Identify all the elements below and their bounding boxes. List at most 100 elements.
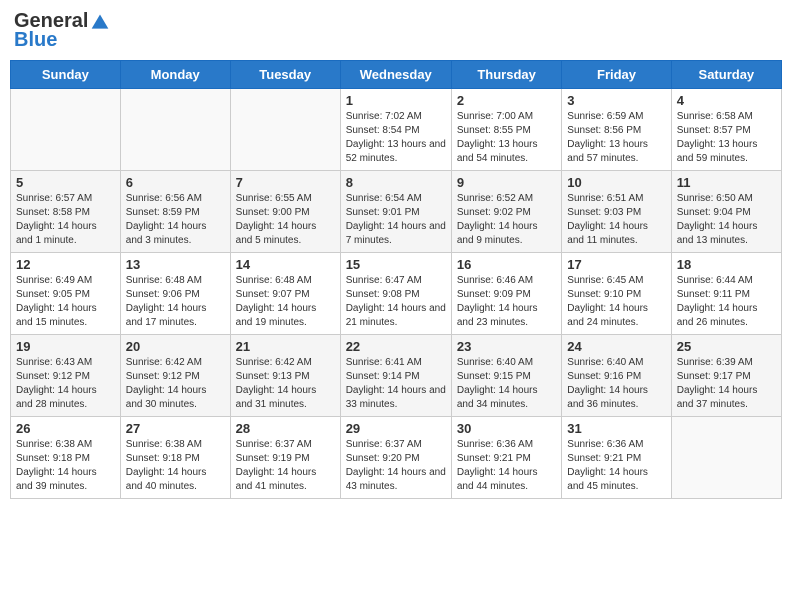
day-info: Sunrise: 6:40 AM Sunset: 9:16 PM Dayligh… bbox=[567, 356, 665, 412]
day-info: Sunrise: 7:00 AM Sunset: 8:55 PM Dayligh… bbox=[457, 110, 556, 166]
day-number: 18 bbox=[677, 257, 776, 272]
calendar-cell: 4Sunrise: 6:58 AM Sunset: 8:57 PM Daylig… bbox=[671, 89, 781, 171]
calendar-table: SundayMondayTuesdayWednesdayThursdayFrid… bbox=[10, 60, 782, 499]
day-info: Sunrise: 6:36 AM Sunset: 9:21 PM Dayligh… bbox=[567, 438, 665, 494]
day-info: Sunrise: 6:46 AM Sunset: 9:09 PM Dayligh… bbox=[457, 274, 556, 330]
calendar-cell: 9 Sunrise: 6:52 AM Sunset: 9:02 PM Daylig… bbox=[451, 171, 561, 253]
day-info: Sunrise: 6:37 AM Sunset: 9:19 PM Dayligh… bbox=[236, 438, 335, 494]
day-number: 28 bbox=[236, 421, 335, 436]
day-number: 13 bbox=[126, 257, 225, 272]
day-info: Sunrise: 6:40 AM Sunset: 9:15 PM Dayligh… bbox=[457, 356, 556, 412]
calendar-cell: 1 Sunrise: 7:02 AM Sunset: 8:54 PM Daylig… bbox=[340, 89, 451, 171]
day-info: Sunrise: 6:36 AM Sunset: 9:21 PM Dayligh… bbox=[457, 438, 556, 494]
day-info: Sunrise: 6:50 AM Sunset: 9:04 PM Dayligh… bbox=[677, 192, 776, 248]
calendar-cell: 30 Sunrise: 6:36 AM Sunset: 9:21 PM Dayli… bbox=[451, 417, 561, 499]
day-info: Sunrise: 6:59 AM Sunset: 8:56 PM Dayligh… bbox=[567, 110, 665, 166]
calendar-cell: 31 Sunrise: 6:36 AM Sunset: 9:21 PM Dayli… bbox=[562, 417, 671, 499]
day-number: 16 bbox=[457, 257, 556, 272]
day-info: Sunrise: 6:45 AM Sunset: 9:10 PM Dayligh… bbox=[567, 274, 665, 330]
calendar-week-row: 12 Sunrise: 6:49 AM Sunset: 9:05 PM Dayli… bbox=[11, 253, 782, 335]
day-info: Sunrise: 6:52 AM Sunset: 9:02 PM Dayligh… bbox=[457, 192, 556, 248]
logo-blue: Blue bbox=[14, 29, 57, 52]
day-info: Sunrise: 6:55 AM Sunset: 9:00 PM Dayligh… bbox=[236, 192, 335, 248]
calendar-cell: 22Sunrise: 6:41 AM Sunset: 9:14 PM Dayli… bbox=[340, 335, 451, 417]
weekday-header-tuesday: Tuesday bbox=[230, 61, 340, 89]
day-number: 11 bbox=[677, 175, 776, 190]
logo: General Blue bbox=[14, 10, 110, 52]
day-number: 5 bbox=[16, 175, 115, 190]
day-number: 12 bbox=[16, 257, 115, 272]
day-info: Sunrise: 6:41 AM Sunset: 9:14 PM Dayligh… bbox=[346, 356, 446, 412]
day-number: 7 bbox=[236, 175, 335, 190]
day-number: 2 bbox=[457, 93, 556, 108]
weekday-header-saturday: Saturday bbox=[671, 61, 781, 89]
weekday-header-wednesday: Wednesday bbox=[340, 61, 451, 89]
day-info: Sunrise: 6:48 AM Sunset: 9:07 PM Dayligh… bbox=[236, 274, 335, 330]
calendar-cell bbox=[230, 89, 340, 171]
calendar-cell: 17Sunrise: 6:45 AM Sunset: 9:10 PM Dayli… bbox=[562, 253, 671, 335]
day-info: Sunrise: 6:43 AM Sunset: 9:12 PM Dayligh… bbox=[16, 356, 115, 412]
day-number: 27 bbox=[126, 421, 225, 436]
day-number: 30 bbox=[457, 421, 556, 436]
day-number: 10 bbox=[567, 175, 665, 190]
day-number: 24 bbox=[567, 339, 665, 354]
calendar-cell: 25Sunrise: 6:39 AM Sunset: 9:17 PM Dayli… bbox=[671, 335, 781, 417]
calendar-cell: 10 Sunrise: 6:51 AM Sunset: 9:03 PM Dayli… bbox=[562, 171, 671, 253]
weekday-header-row: SundayMondayTuesdayWednesdayThursdayFrid… bbox=[11, 61, 782, 89]
day-number: 23 bbox=[457, 339, 556, 354]
weekday-header-monday: Monday bbox=[120, 61, 230, 89]
calendar-cell: 2 Sunrise: 7:00 AM Sunset: 8:55 PM Daylig… bbox=[451, 89, 561, 171]
day-info: Sunrise: 6:58 AM Sunset: 8:57 PM Dayligh… bbox=[677, 110, 776, 166]
calendar-cell: 3 Sunrise: 6:59 AM Sunset: 8:56 PM Daylig… bbox=[562, 89, 671, 171]
calendar-cell: 23 Sunrise: 6:40 AM Sunset: 9:15 PM Dayli… bbox=[451, 335, 561, 417]
day-info: Sunrise: 6:42 AM Sunset: 9:12 PM Dayligh… bbox=[126, 356, 225, 412]
calendar-cell: 20 Sunrise: 6:42 AM Sunset: 9:12 PM Dayli… bbox=[120, 335, 230, 417]
calendar-week-row: 19 Sunrise: 6:43 AM Sunset: 9:12 PM Dayli… bbox=[11, 335, 782, 417]
calendar-cell: 8 Sunrise: 6:54 AM Sunset: 9:01 PM Daylig… bbox=[340, 171, 451, 253]
day-info: Sunrise: 6:47 AM Sunset: 9:08 PM Dayligh… bbox=[346, 274, 446, 330]
day-number: 15 bbox=[346, 257, 446, 272]
calendar-cell: 11 Sunrise: 6:50 AM Sunset: 9:04 PM Dayli… bbox=[671, 171, 781, 253]
day-number: 29 bbox=[346, 421, 446, 436]
day-info: Sunrise: 6:48 AM Sunset: 9:06 PM Dayligh… bbox=[126, 274, 225, 330]
day-number: 26 bbox=[16, 421, 115, 436]
day-number: 6 bbox=[126, 175, 225, 190]
weekday-header-friday: Friday bbox=[562, 61, 671, 89]
day-number: 9 bbox=[457, 175, 556, 190]
day-info: Sunrise: 6:51 AM Sunset: 9:03 PM Dayligh… bbox=[567, 192, 665, 248]
calendar-cell: 12 Sunrise: 6:49 AM Sunset: 9:05 PM Dayli… bbox=[11, 253, 121, 335]
day-number: 14 bbox=[236, 257, 335, 272]
calendar-cell: 21Sunrise: 6:42 AM Sunset: 9:13 PM Dayli… bbox=[230, 335, 340, 417]
calendar-cell: 28 Sunrise: 6:37 AM Sunset: 9:19 PM Dayli… bbox=[230, 417, 340, 499]
day-number: 3 bbox=[567, 93, 665, 108]
day-info: Sunrise: 6:38 AM Sunset: 9:18 PM Dayligh… bbox=[16, 438, 115, 494]
calendar-cell: 29Sunrise: 6:37 AM Sunset: 9:20 PM Dayli… bbox=[340, 417, 451, 499]
calendar-week-row: 1 Sunrise: 7:02 AM Sunset: 8:54 PM Daylig… bbox=[11, 89, 782, 171]
calendar-cell bbox=[671, 417, 781, 499]
calendar-week-row: 5Sunrise: 6:57 AM Sunset: 8:58 PM Daylig… bbox=[11, 171, 782, 253]
weekday-header-thursday: Thursday bbox=[451, 61, 561, 89]
calendar-cell bbox=[11, 89, 121, 171]
calendar-cell: 15 Sunrise: 6:47 AM Sunset: 9:08 PM Dayli… bbox=[340, 253, 451, 335]
day-number: 1 bbox=[346, 93, 446, 108]
calendar-week-row: 26 Sunrise: 6:38 AM Sunset: 9:18 PM Dayli… bbox=[11, 417, 782, 499]
day-info: Sunrise: 6:56 AM Sunset: 8:59 PM Dayligh… bbox=[126, 192, 225, 248]
day-info: Sunrise: 6:54 AM Sunset: 9:01 PM Dayligh… bbox=[346, 192, 446, 248]
calendar-cell: 13 Sunrise: 6:48 AM Sunset: 9:06 PM Dayli… bbox=[120, 253, 230, 335]
calendar-cell: 24 Sunrise: 6:40 AM Sunset: 9:16 PM Dayli… bbox=[562, 335, 671, 417]
calendar-cell: 7 Sunrise: 6:55 AM Sunset: 9:00 PM Daylig… bbox=[230, 171, 340, 253]
day-number: 19 bbox=[16, 339, 115, 354]
day-number: 20 bbox=[126, 339, 225, 354]
day-number: 8 bbox=[346, 175, 446, 190]
calendar-cell: 19 Sunrise: 6:43 AM Sunset: 9:12 PM Dayli… bbox=[11, 335, 121, 417]
weekday-header-sunday: Sunday bbox=[11, 61, 121, 89]
calendar-cell: 26 Sunrise: 6:38 AM Sunset: 9:18 PM Dayli… bbox=[11, 417, 121, 499]
calendar-cell: 27Sunrise: 6:38 AM Sunset: 9:18 PM Dayli… bbox=[120, 417, 230, 499]
calendar-cell: 5Sunrise: 6:57 AM Sunset: 8:58 PM Daylig… bbox=[11, 171, 121, 253]
day-number: 25 bbox=[677, 339, 776, 354]
calendar-cell: 18Sunrise: 6:44 AM Sunset: 9:11 PM Dayli… bbox=[671, 253, 781, 335]
day-info: Sunrise: 7:02 AM Sunset: 8:54 PM Dayligh… bbox=[346, 110, 446, 166]
day-number: 31 bbox=[567, 421, 665, 436]
calendar-cell bbox=[120, 89, 230, 171]
day-info: Sunrise: 6:49 AM Sunset: 9:05 PM Dayligh… bbox=[16, 274, 115, 330]
